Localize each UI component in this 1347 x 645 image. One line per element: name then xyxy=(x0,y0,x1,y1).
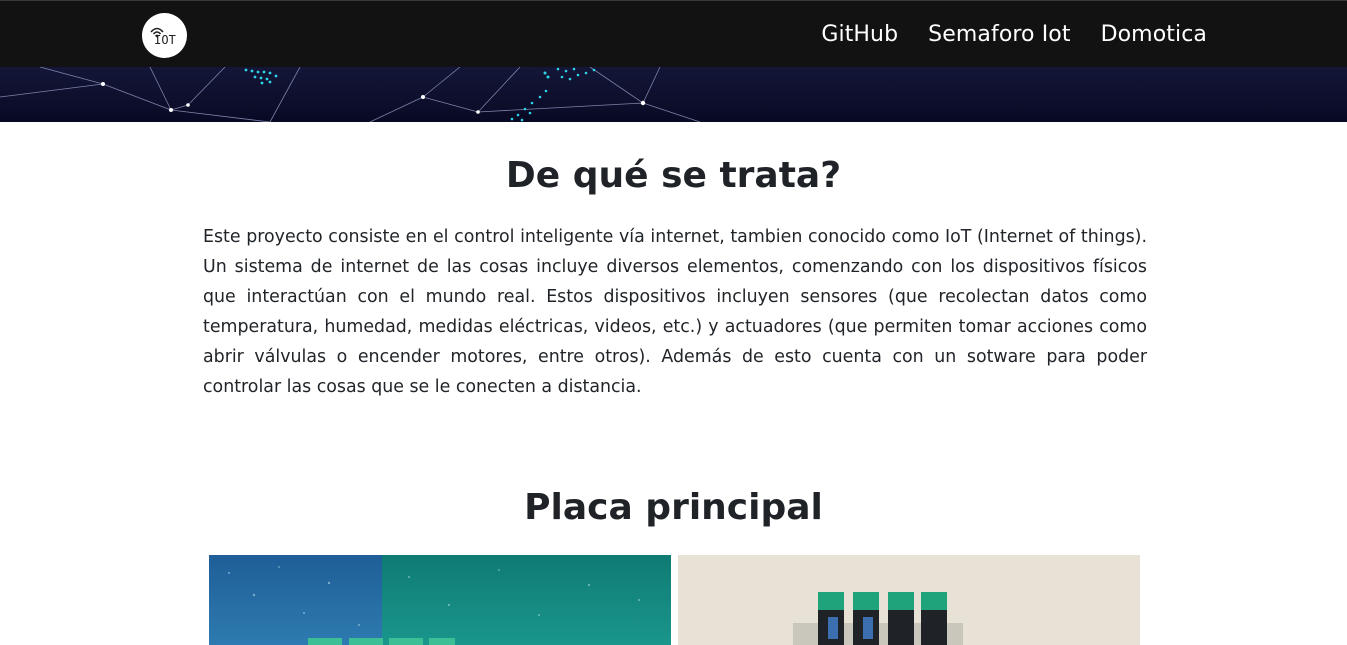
about-paragraph: Este proyecto consiste en el control int… xyxy=(203,227,1147,397)
nav-link-domotica[interactable]: Domotica xyxy=(1101,22,1207,47)
logo[interactable]: IOT xyxy=(142,13,187,58)
section-title-board: Placa principal xyxy=(524,487,823,528)
relay-board-image xyxy=(678,555,1140,645)
board-image xyxy=(209,555,671,645)
section-title-about: De qué se trata? xyxy=(505,155,842,196)
board-photo-underwater xyxy=(209,555,671,645)
nav-link-github[interactable]: GitHub xyxy=(821,22,898,47)
nav-links: GitHub Semaforo Iot Domotica xyxy=(821,1,1207,68)
board-photo-relays xyxy=(678,555,1140,645)
hero-banner xyxy=(0,67,1347,122)
nav-link-semaforo-iot[interactable]: Semaforo Iot xyxy=(928,22,1070,47)
navbar: IOT GitHub Semaforo Iot Domotica xyxy=(0,0,1347,67)
logo-text: IOT xyxy=(154,33,176,47)
wifi-icon: IOT xyxy=(150,27,176,47)
network-background-image xyxy=(0,67,1347,122)
